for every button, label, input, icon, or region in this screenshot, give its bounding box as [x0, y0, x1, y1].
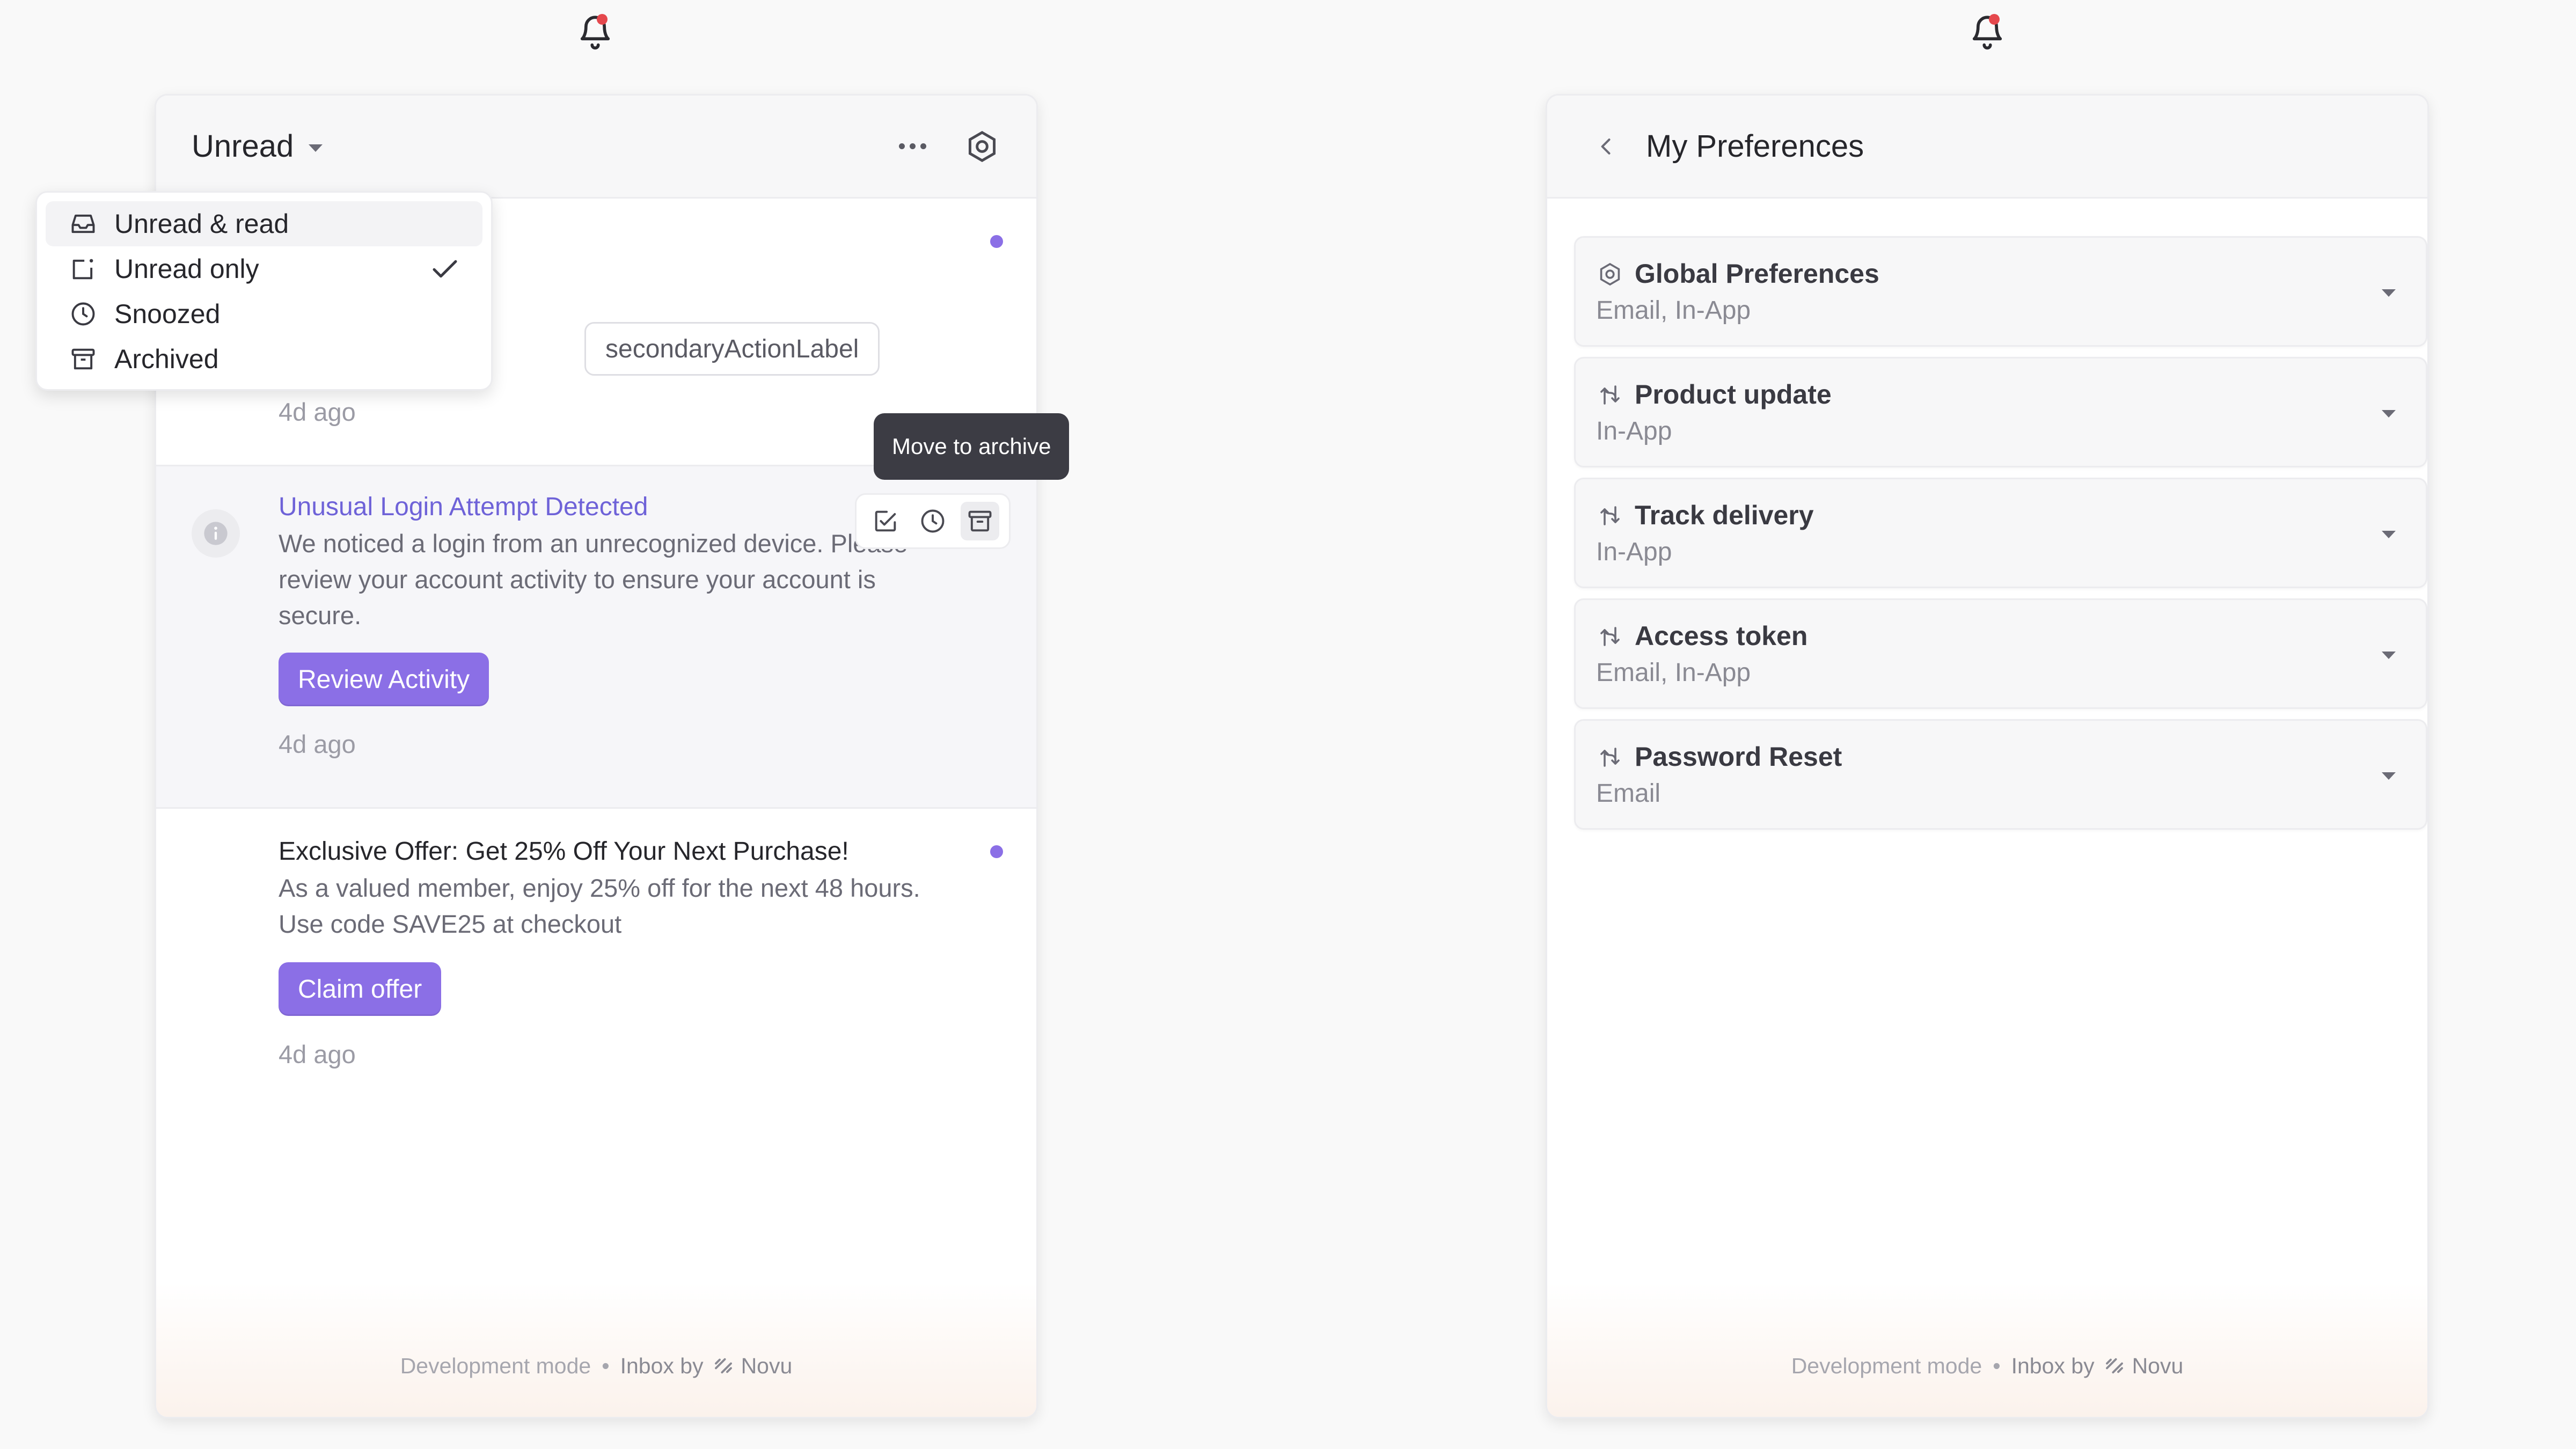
back-button[interactable]: [1590, 130, 1622, 163]
footer-mode: Development mode: [400, 1353, 591, 1378]
chevron-left-icon: [1601, 138, 1611, 155]
inbox-icon: [67, 208, 99, 240]
preference-track-delivery[interactable]: Track delivery In-App: [1574, 478, 2427, 588]
novu-logo[interactable]: Novu: [712, 1353, 792, 1379]
notification-title[interactable]: Unusual Login Attempt Detected: [279, 492, 648, 522]
chevron-down-icon[interactable]: [2382, 289, 2396, 297]
workflow-icon: [1596, 502, 1624, 530]
notification-time: 4d ago: [279, 1040, 356, 1069]
archive-tooltip: Move to archive: [874, 413, 1070, 480]
more-icon: [898, 143, 905, 149]
inbox-header: Unread: [156, 96, 1036, 199]
filter-option-snoozed[interactable]: Snoozed: [46, 291, 482, 336]
gear-icon: [1596, 260, 1624, 288]
notification-time: 4d ago: [279, 398, 356, 426]
mark-read-button[interactable]: [866, 502, 905, 540]
preferences-list: Global Preferences Email, In-App Product…: [1574, 236, 2427, 840]
workflow-icon: [1596, 743, 1624, 771]
page-title: My Preferences: [1646, 129, 1864, 164]
notification-body: As a valued member, enjoy 25% off for th…: [279, 874, 920, 938]
chevron-down-icon[interactable]: [2382, 410, 2396, 418]
filter-selector[interactable]: Unread: [192, 128, 294, 164]
workflow-icon: [1596, 623, 1624, 650]
notification-badge: [597, 14, 608, 25]
notification-item[interactable]: Exclusive Offer: Get 25% Off Your Next P…: [156, 809, 1036, 1109]
clock-icon: [67, 298, 99, 330]
footer-inbox-by: Inbox by: [620, 1353, 704, 1378]
notification-actions: [855, 493, 1011, 549]
filter-dropdown: Unread & read Unread only Snoozed Archiv…: [35, 191, 493, 391]
novu-icon: [714, 1358, 732, 1374]
notification-item[interactable]: Unusual Login Attempt Detected We notice…: [156, 466, 1036, 809]
chevron-down-icon[interactable]: [2382, 531, 2396, 538]
more-options-button[interactable]: [888, 122, 936, 171]
unread-indicator: [990, 235, 1003, 248]
preference-access-token[interactable]: Access token Email, In-App: [1574, 598, 2427, 709]
workflow-icon: [1596, 381, 1624, 409]
settings-button[interactable]: [958, 122, 1006, 171]
notification-time: 4d ago: [279, 730, 356, 758]
novu-icon: [2105, 1358, 2123, 1374]
inbox-footer: Development mode • Inbox by Novu: [156, 1283, 1036, 1417]
notification-badge: [1989, 14, 2000, 25]
snooze-button[interactable]: [913, 502, 952, 540]
preference-product-update[interactable]: Product update In-App: [1574, 357, 2427, 467]
preferences-panel: My Preferences Global Preferences Email,…: [1546, 94, 2429, 1418]
gear-icon: [968, 130, 996, 162]
chevron-down-icon[interactable]: [2382, 772, 2396, 780]
preference-global[interactable]: Global Preferences Email, In-App: [1574, 236, 2427, 347]
filter-option-archived[interactable]: Archived: [46, 336, 482, 382]
footer-mode: Development mode: [1791, 1353, 1982, 1378]
archive-button[interactable]: [961, 502, 999, 540]
notification-body: We noticed a login from an unrecognized …: [279, 529, 908, 630]
archive-icon: [968, 510, 992, 532]
notification-title[interactable]: Exclusive Offer: Get 25% Off Your Next P…: [279, 837, 849, 866]
preferences-header: My Preferences: [1547, 96, 2427, 199]
bell-icon[interactable]: [576, 10, 614, 53]
filter-option-unread-only[interactable]: Unread only: [46, 246, 482, 291]
unread-indicator: [990, 845, 1003, 858]
filter-option-unread-read[interactable]: Unread & read: [46, 201, 482, 246]
preferences-footer: Development mode • Inbox by Novu: [1547, 1283, 2427, 1417]
claim-offer-button[interactable]: Claim offer: [279, 962, 442, 1016]
info-icon: [192, 509, 240, 558]
mark-read-icon: [875, 510, 896, 532]
more-icon: [909, 143, 916, 149]
bell-icon[interactable]: [1968, 10, 2006, 53]
chevron-down-icon[interactable]: [309, 144, 323, 152]
more-icon: [920, 143, 926, 149]
unread-only-icon: [67, 253, 99, 285]
secondary-action-button[interactable]: secondaryActionLabel: [584, 322, 880, 376]
chevron-down-icon[interactable]: [2382, 652, 2396, 659]
review-activity-button[interactable]: Review Activity: [279, 653, 489, 706]
archive-icon: [67, 343, 99, 375]
preference-password-reset[interactable]: Password Reset Email: [1574, 719, 2427, 830]
footer-inbox-by: Inbox by: [2011, 1353, 2095, 1378]
check-icon: [433, 260, 457, 278]
novu-logo[interactable]: Novu: [2103, 1353, 2183, 1379]
snooze-icon: [921, 509, 945, 533]
